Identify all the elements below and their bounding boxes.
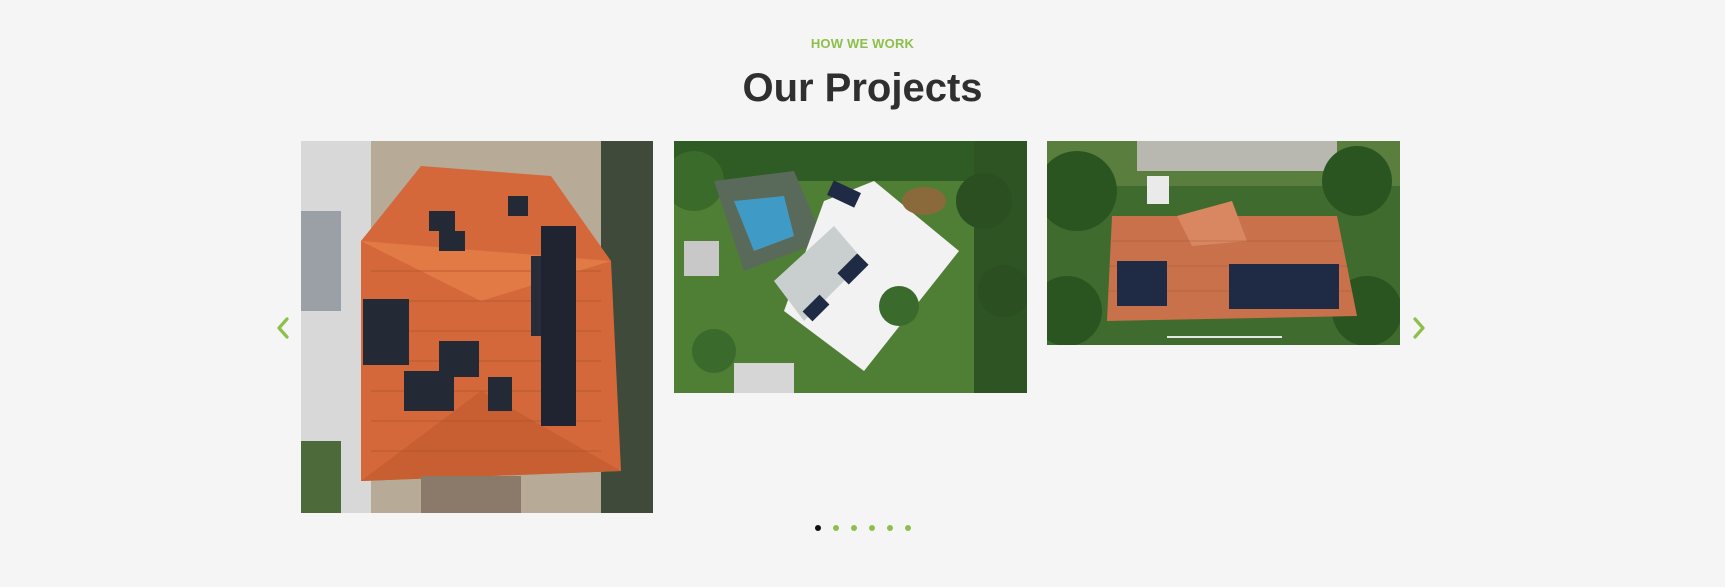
section-eyebrow: HOW WE WORK <box>810 36 915 51</box>
project-image-roof-trees <box>1047 141 1400 345</box>
carousel-dot-4[interactable] <box>868 525 875 531</box>
project-slide-2[interactable] <box>674 141 1027 393</box>
carousel-dot-5[interactable] <box>886 525 893 531</box>
carousel-prev-button[interactable] <box>272 313 296 343</box>
carousel-dot-6[interactable] <box>904 525 911 531</box>
project-image-terracotta-roof <box>301 141 653 513</box>
carousel-dot-1[interactable] <box>814 525 821 531</box>
chevron-left-icon <box>277 317 289 339</box>
project-slide-1[interactable] <box>301 141 653 513</box>
carousel-pagination <box>0 525 1725 531</box>
carousel-dot-2[interactable] <box>832 525 839 531</box>
section-title: Our Projects <box>742 66 983 110</box>
project-slide-3[interactable] <box>1047 141 1400 345</box>
chevron-right-icon <box>1413 317 1425 339</box>
carousel-dot-3[interactable] <box>850 525 857 531</box>
carousel-next-button[interactable] <box>1406 313 1430 343</box>
project-image-white-roof-pool <box>674 141 1027 393</box>
